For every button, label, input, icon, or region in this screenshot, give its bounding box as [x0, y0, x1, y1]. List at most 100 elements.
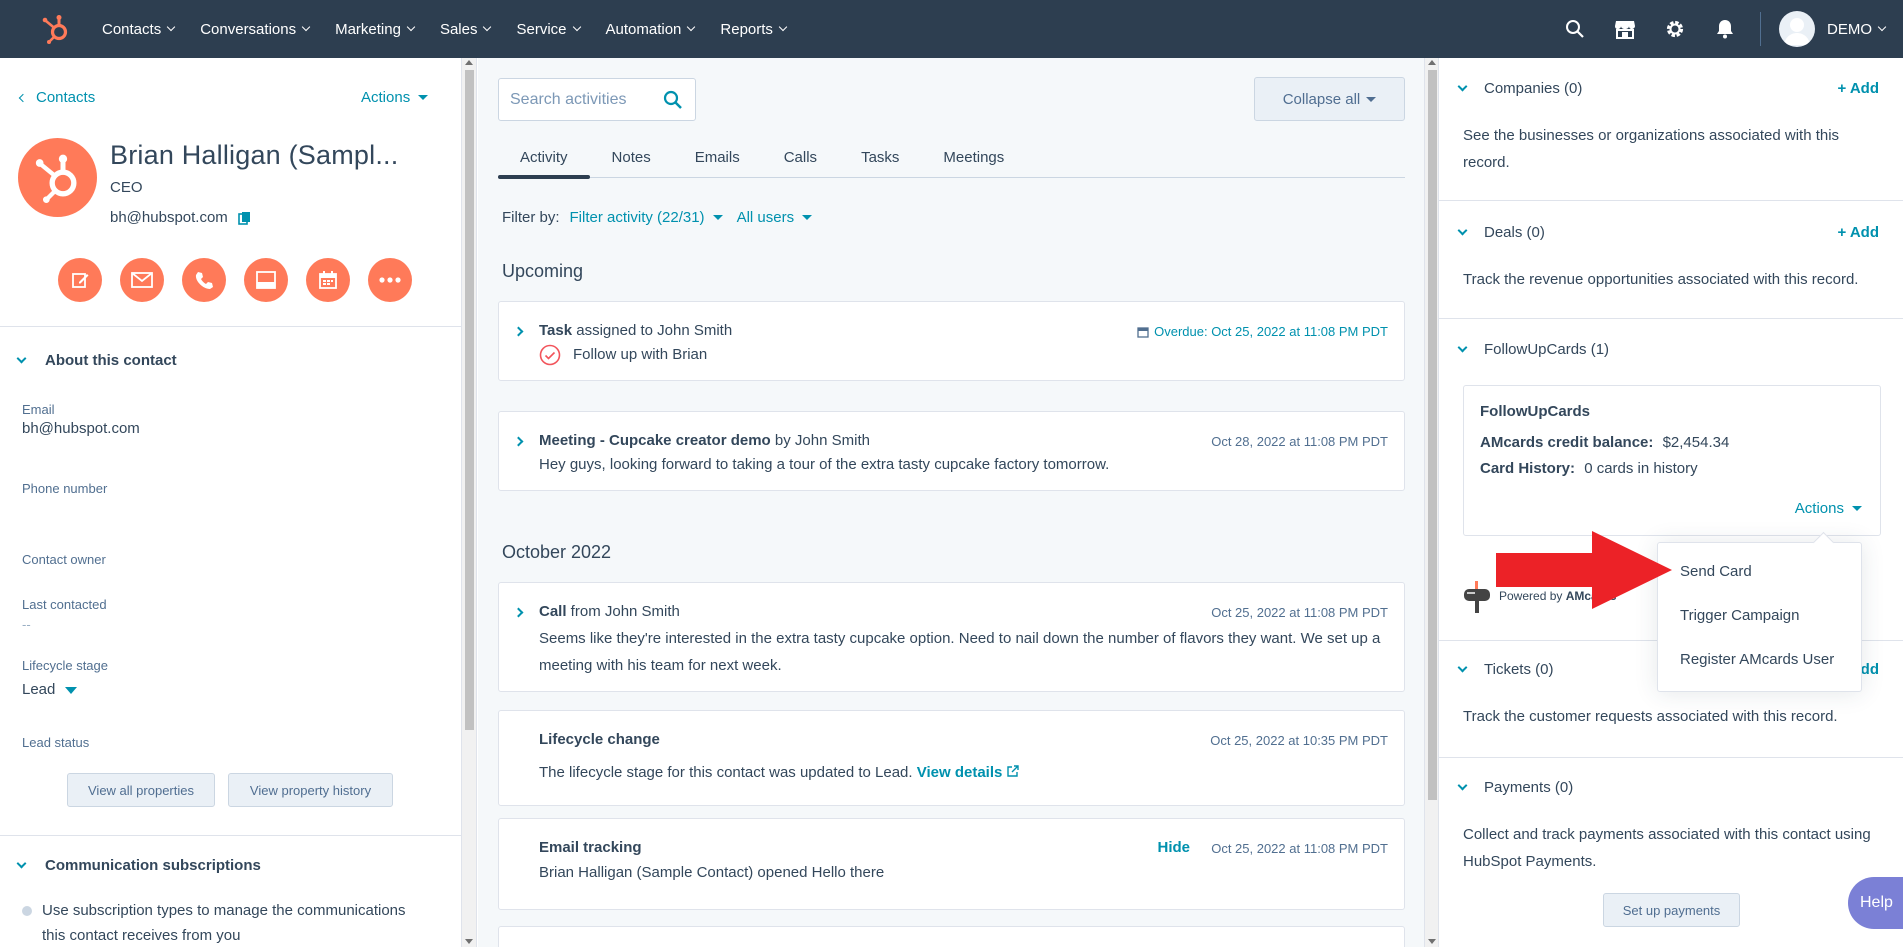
tab-tasks[interactable]: Tasks [839, 136, 921, 178]
contact-email-text[interactable]: bh@hubspot.com [110, 209, 228, 226]
nav-contacts[interactable]: Contacts [102, 21, 176, 38]
send-card-menu-item[interactable]: Send Card [1680, 563, 1752, 580]
set-up-payments-button[interactable]: Set up payments [1603, 893, 1740, 927]
add-deal-link[interactable]: + Add [1837, 224, 1879, 241]
caret-down-icon [418, 95, 429, 100]
contact-job-title[interactable]: CEO [110, 179, 143, 196]
hide-link[interactable]: Hide [1157, 839, 1190, 856]
copy-icon[interactable] [237, 211, 251, 225]
scroll-up-icon[interactable] [1428, 60, 1436, 65]
chevron-left-icon [18, 93, 28, 102]
tab-meetings[interactable]: Meetings [921, 136, 1026, 178]
tab-emails[interactable]: Emails [673, 136, 762, 178]
nav-service[interactable]: Service [516, 21, 581, 38]
task-complete-checkbox-icon[interactable] [539, 344, 561, 366]
view-property-history-button[interactable]: View property history [228, 773, 393, 807]
nav-sales[interactable]: Sales [440, 21, 492, 38]
hubspot-logo-icon[interactable] [28, 0, 84, 58]
task-icon[interactable] [244, 258, 288, 302]
email-tracking-body: Brian Halligan (Sample Contact) opened H… [539, 864, 885, 881]
middle-scrollbar[interactable] [1424, 58, 1439, 947]
nav-conversations[interactable]: Conversations [200, 21, 311, 38]
scroll-thumb[interactable] [465, 70, 474, 730]
collapse-all-button[interactable]: Collapse all [1254, 77, 1405, 121]
nav-automation[interactable]: Automation [606, 21, 696, 38]
scroll-up-icon[interactable] [465, 60, 473, 65]
notifications-bell-icon[interactable] [1700, 0, 1750, 58]
chevron-down-icon [483, 22, 492, 32]
activity-tabs: Activity Notes Emails Calls Tasks Meetin… [498, 136, 1405, 179]
search-icon[interactable] [1550, 0, 1600, 58]
settings-gear-icon[interactable] [1650, 0, 1700, 58]
chevron-right-icon[interactable] [513, 607, 524, 618]
help-button[interactable]: Help [1848, 877, 1903, 929]
chevron-right-icon[interactable] [513, 436, 524, 447]
activity-timeline: Collapse all Activity Notes Emails Calls… [478, 58, 1424, 947]
more-options-icon[interactable] [368, 258, 412, 302]
divider [0, 326, 461, 327]
add-ticket-link[interactable]: dd [1861, 661, 1879, 678]
back-to-contacts-link[interactable]: Contacts [18, 89, 95, 106]
chevron-down-icon [778, 22, 788, 32]
last-contacted-value: -- [22, 617, 31, 632]
email-tracking-header: Email tracking [539, 839, 642, 856]
chevron-down-icon [1457, 225, 1468, 236]
contact-avatar[interactable] [18, 138, 97, 217]
view-all-properties-button[interactable]: View all properties [67, 773, 215, 807]
communication-subscriptions-toggle[interactable]: Communication subscriptions [16, 857, 261, 874]
companies-toggle[interactable]: Companies (0) [1457, 80, 1582, 97]
chevron-right-icon[interactable] [513, 326, 524, 337]
email-icon[interactable] [120, 258, 164, 302]
contact-action-buttons [58, 258, 430, 302]
trigger-campaign-menu-item[interactable]: Trigger Campaign [1680, 607, 1800, 624]
next-activity-card[interactable] [498, 926, 1405, 947]
red-arrow-annotation-icon [1496, 531, 1672, 609]
email-tracking-card: Email tracking Hide Oct 25, 2022 at 11:0… [498, 818, 1405, 910]
lifecycle-stage-select[interactable]: Lead [22, 681, 78, 698]
payments-toggle[interactable]: Payments (0) [1457, 779, 1573, 796]
about-contact-toggle[interactable]: About this contact [16, 352, 177, 369]
followupcards-title: FollowUpCards [1480, 403, 1591, 420]
deals-toggle[interactable]: Deals (0) [1457, 224, 1545, 241]
filter-activity-dropdown[interactable]: Filter activity (22/31) [570, 209, 723, 226]
user-menu[interactable]: DEMO [1827, 21, 1887, 38]
tab-calls[interactable]: Calls [762, 136, 839, 178]
user-avatar[interactable] [1779, 11, 1815, 47]
chevron-down-icon [406, 22, 416, 32]
followupcards-toggle[interactable]: FollowUpCards (1) [1457, 341, 1609, 358]
lifecycle-card-header: Lifecycle change [539, 731, 660, 748]
contact-name[interactable]: Brian Halligan (Sampl... [110, 140, 398, 171]
card-history-row: Card History: 0 cards in history [1480, 460, 1698, 477]
note-icon[interactable] [58, 258, 102, 302]
search-icon[interactable] [663, 90, 683, 115]
scroll-thumb[interactable] [1428, 70, 1437, 800]
chevron-down-icon [1877, 22, 1887, 32]
tickets-toggle[interactable]: Tickets (0) [1457, 661, 1553, 678]
marketplace-icon[interactable] [1600, 0, 1650, 58]
search-activities-input[interactable] [510, 90, 660, 109]
email-value[interactable]: bh@hubspot.com [22, 420, 140, 437]
scroll-down-icon[interactable] [1428, 939, 1436, 944]
top-navigation: Contacts Conversations Marketing Sales S… [0, 0, 1903, 58]
view-details-link[interactable]: View details [917, 764, 1019, 781]
register-amcards-user-menu-item[interactable]: Register AMcards User [1680, 651, 1834, 668]
tab-activity[interactable]: Activity [498, 136, 590, 179]
divider [1439, 200, 1903, 201]
task-activity-card[interactable]: Task assigned to John Smith Overdue: Oct… [498, 301, 1405, 381]
meeting-activity-card[interactable]: Meeting - Cupcake creator demo by John S… [498, 411, 1405, 491]
task-body: Follow up with Brian [539, 341, 1389, 368]
call-activity-card[interactable]: Call from John Smith Oct 25, 2022 at 11:… [498, 582, 1405, 692]
followupcards-actions-dropdown[interactable]: Actions [1795, 500, 1862, 517]
all-users-dropdown[interactable]: All users [737, 209, 813, 226]
left-scrollbar[interactable] [462, 58, 477, 947]
nav-marketing[interactable]: Marketing [335, 21, 416, 38]
scroll-down-icon[interactable] [465, 939, 473, 944]
contact-actions-dropdown[interactable]: Actions [361, 89, 429, 106]
lifecycle-body: The lifecycle stage for this contact was… [539, 759, 1389, 786]
tab-notes[interactable]: Notes [590, 136, 673, 178]
payments-description: Collect and track payments associated wi… [1463, 826, 1871, 870]
meeting-calendar-icon[interactable] [306, 258, 350, 302]
nav-reports[interactable]: Reports [720, 21, 788, 38]
add-company-link[interactable]: + Add [1837, 80, 1879, 97]
phone-icon[interactable] [182, 258, 226, 302]
